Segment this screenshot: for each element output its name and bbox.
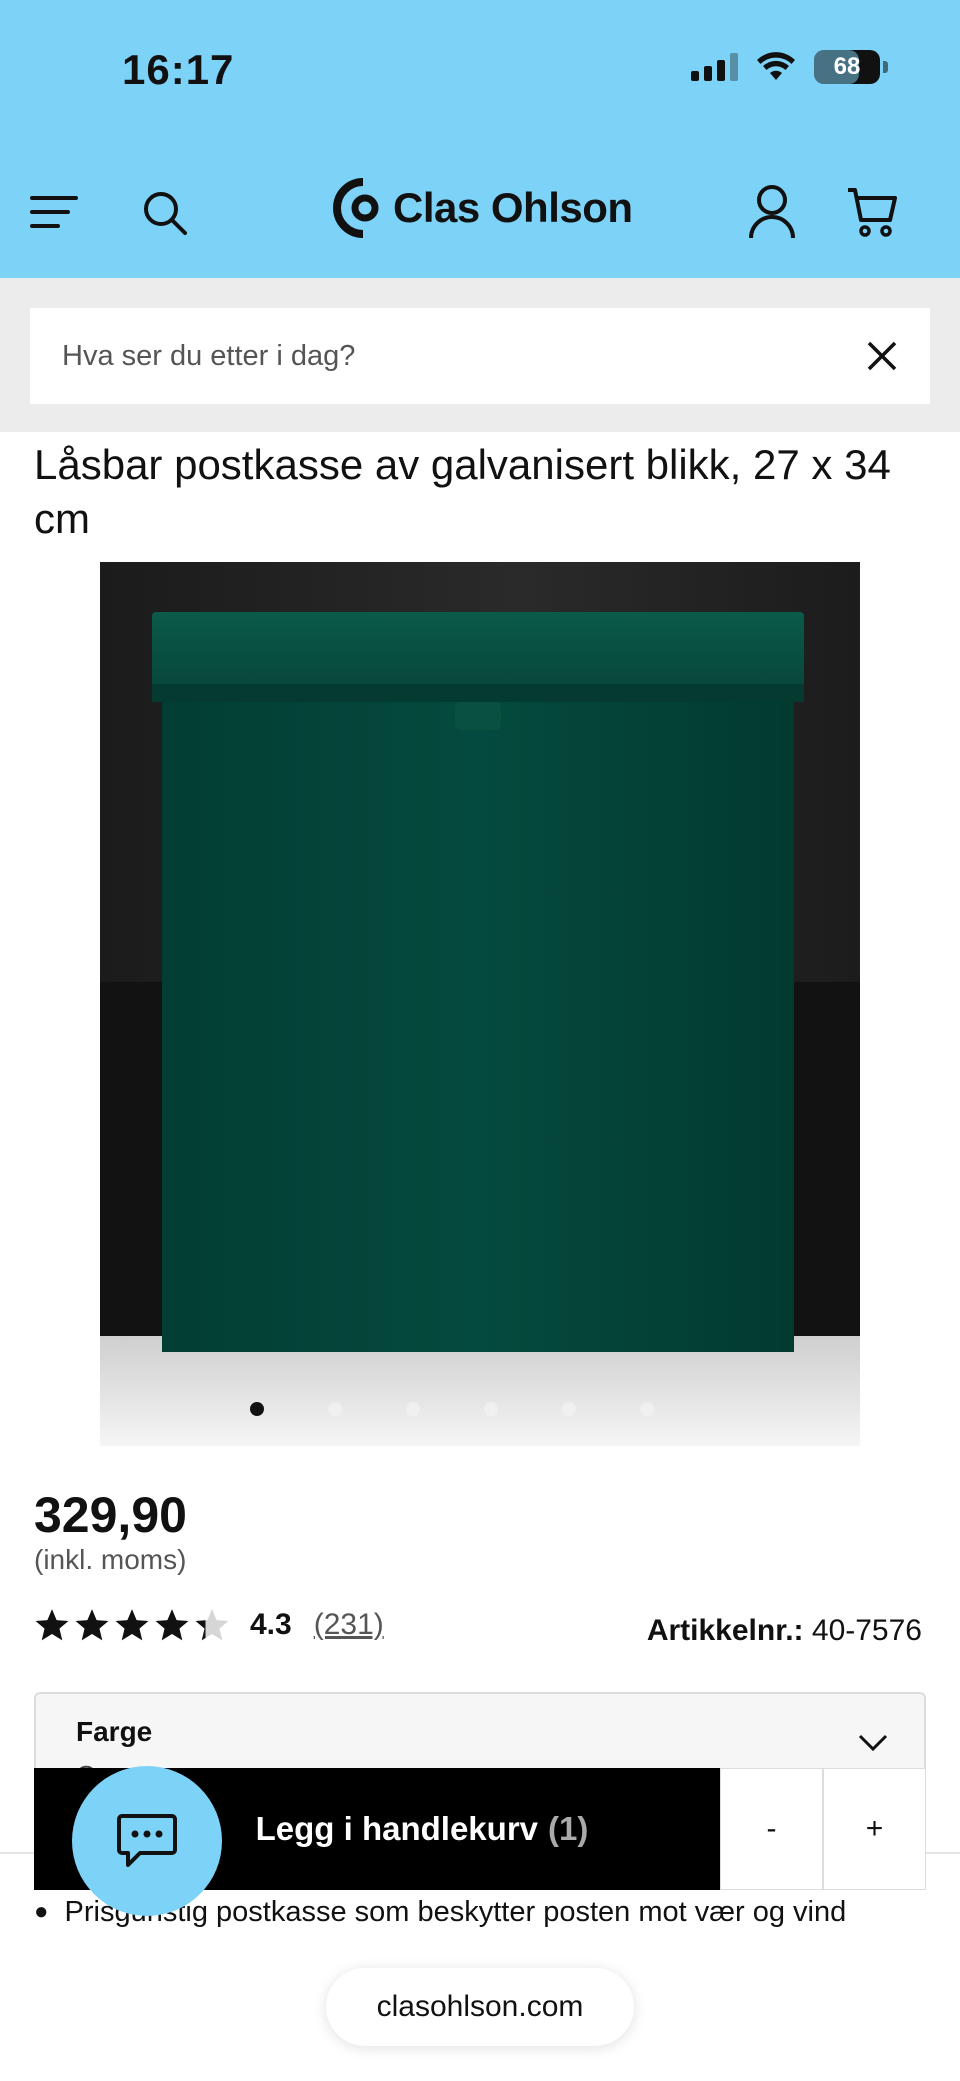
rating-stars [34,1608,230,1642]
search-section [0,278,960,432]
rating-value: 4.3 [250,1608,292,1641]
rating[interactable]: 4.3 (231) [34,1608,384,1642]
increase-quantity-button[interactable]: + [823,1768,926,1890]
top-bar: 16:17 68 Clas Ohlson [0,0,960,278]
cart-quantity: (1) [548,1810,589,1847]
logo-mark-icon [333,178,379,238]
article-number-label: Artikkelnr.: [646,1614,804,1647]
carousel-dot[interactable] [406,1402,420,1416]
battery-icon: 68 [814,50,888,84]
cart-icon[interactable] [846,186,898,238]
star-icon [115,1609,149,1641]
status-time: 16:17 [122,46,235,93]
review-count-link[interactable]: (231) [314,1608,384,1642]
status-icons: 68 [691,50,888,84]
search-input[interactable] [62,339,866,373]
vat-note: (inkl. moms) [34,1544,187,1575]
close-icon[interactable] [866,340,898,372]
content-fade [0,1930,960,1970]
image-floor [100,1336,860,1446]
battery-level: 68 [833,53,861,80]
carousel-dot[interactable] [562,1402,576,1416]
article-number: Artikkelnr.: 40-7576 [647,1614,922,1648]
star-icon [155,1609,189,1641]
product-title: Låsbar postkasse av galvanisert blikk, 2… [34,441,891,542]
color-label: Farge [76,1716,153,1747]
logo-text: Clas Ohlson [393,184,633,231]
carousel-dots [100,1402,860,1416]
account-icon[interactable] [748,184,796,240]
star-icon [75,1609,109,1641]
search-icon[interactable] [142,190,188,236]
add-to-cart-label: Legg i handlekurv [255,1810,539,1847]
carousel-dot[interactable] [640,1402,654,1416]
mailbox-latch [455,702,501,730]
mailbox-body [162,692,794,1352]
carousel-dot[interactable] [250,1402,264,1416]
chat-icon [117,1814,177,1867]
wifi-icon [757,52,795,80]
carousel-dot[interactable] [484,1402,498,1416]
clas-ohlson-logo[interactable]: Clas Ohlson [333,178,633,238]
browser-url-bar[interactable]: clasohlson.com [326,1968,634,2046]
star-icon [35,1609,69,1641]
menu-icon[interactable] [30,196,80,238]
chat-button[interactable] [72,1766,222,1916]
chevron-down-icon [858,1734,888,1752]
cellular-signal-icon [691,53,738,81]
mailbox-lid [152,612,804,702]
decrease-quantity-button[interactable]: - [720,1768,823,1890]
star-icon [195,1609,229,1641]
article-number-value: 40-7576 [811,1614,922,1647]
search-box[interactable] [30,308,930,404]
product-image-carousel[interactable] [100,562,860,1446]
carousel-dot[interactable] [328,1402,342,1416]
product-price: 329,90 [34,1487,187,1543]
